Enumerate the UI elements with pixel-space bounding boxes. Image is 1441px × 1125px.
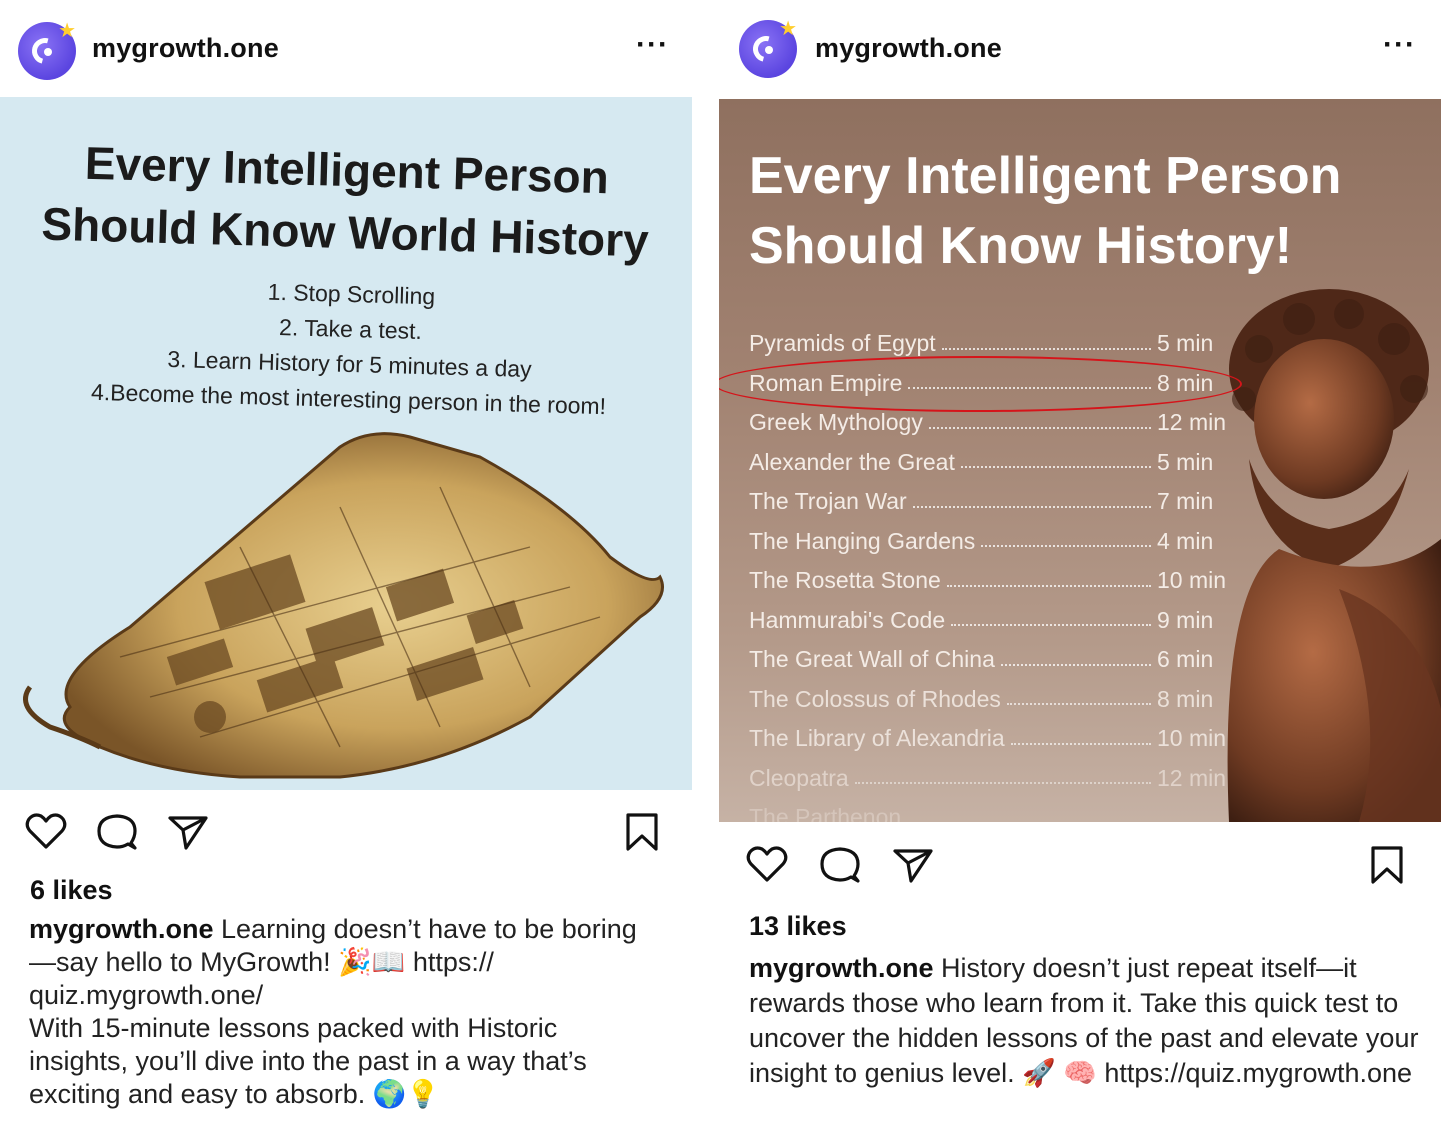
topic-name: Greek Mythology — [749, 409, 923, 436]
image-title-line2: Should Know History! — [749, 217, 1293, 275]
topic-time: 5 min — [1157, 448, 1214, 475]
topic-name: The Rosetta Stone — [749, 567, 941, 594]
post-image[interactable]: Every Intelligent Person Should Know Wor… — [0, 97, 692, 790]
topic-row: The Great Wall of China 6 min — [749, 640, 1229, 680]
likes-count[interactable]: 6 likes — [30, 875, 113, 906]
topic-row: The Rosetta Stone 10 min — [749, 561, 1229, 601]
caption-text-2: With 15-minute lessons packed with Histo… — [29, 1013, 587, 1109]
comment-icon[interactable] — [95, 810, 139, 854]
topic-row: Cleopatra 12 min — [749, 759, 1229, 799]
caption: mygrowth.one Learning doesn’t have to be… — [29, 913, 649, 1111]
post-header: ★ mygrowth.one ··· — [719, 0, 1441, 96]
heart-icon[interactable] — [24, 810, 68, 854]
highlight-circle — [719, 356, 1242, 412]
caption-username[interactable]: mygrowth.one — [749, 953, 934, 983]
image-title: Every Intelligent Person Should Know Wor… — [38, 130, 653, 271]
topic-row: Alexander the Great 5 min — [749, 443, 1229, 483]
bookmark-icon[interactable] — [1365, 843, 1409, 887]
username[interactable]: mygrowth.one — [92, 33, 279, 64]
topic-time: 10 min — [1157, 725, 1227, 752]
comment-icon[interactable] — [818, 843, 862, 887]
topic-name: The Great Wall of China — [749, 646, 995, 673]
topic-name: Pyramids of Egypt — [749, 330, 936, 357]
topic-time: 4 min — [1157, 527, 1214, 554]
ancient-map-illustration — [23, 432, 664, 779]
topic-row: The Parthenon — [749, 798, 1229, 822]
post-left: ★ mygrowth.one ··· Every Intelligent Per… — [0, 0, 692, 1125]
avatar-dot-icon — [44, 48, 52, 56]
topic-row: Hammurabi's Code 9 min — [749, 601, 1229, 641]
caption-username[interactable]: mygrowth.one — [29, 914, 214, 944]
image-title-line1: Every Intelligent Person — [749, 147, 1342, 205]
topic-time: 7 min — [1157, 488, 1214, 515]
share-icon[interactable] — [891, 843, 935, 887]
topic-name: The Trojan War — [749, 488, 907, 515]
caption: mygrowth.one History doesn’t just repeat… — [749, 951, 1419, 1091]
topic-time: 8 min — [1157, 685, 1214, 712]
topic-time: 10 min — [1157, 567, 1227, 594]
topic-name: Cleopatra — [749, 764, 849, 791]
topic-time: 9 min — [1157, 606, 1214, 633]
star-icon: ★ — [58, 20, 76, 42]
username[interactable]: mygrowth.one — [815, 33, 1002, 64]
post-header: ★ mygrowth.one ··· — [0, 0, 692, 96]
topic-row: The Hanging Gardens 4 min — [749, 522, 1229, 562]
bookmark-icon[interactable] — [620, 810, 664, 854]
action-bar — [719, 833, 1441, 893]
topic-row: The Colossus of Rhodes 8 min — [749, 680, 1229, 720]
more-options-button[interactable]: ··· — [1383, 30, 1416, 60]
post-image[interactable]: Every Intelligent Person Should Know His… — [719, 99, 1441, 822]
topic-name: The Hanging Gardens — [749, 527, 976, 554]
topic-time: 5 min — [1157, 330, 1214, 357]
avatar[interactable]: ★ — [739, 18, 797, 78]
action-bar — [0, 800, 692, 860]
share-icon[interactable] — [166, 810, 210, 854]
more-options-button[interactable]: ··· — [636, 30, 669, 60]
avatar-dot-icon — [765, 46, 773, 54]
image-title: Every Intelligent Person Should Know His… — [749, 141, 1429, 281]
topic-name: The Library of Alexandria — [749, 725, 1005, 752]
topic-time: 12 min — [1157, 764, 1227, 791]
statue-bust-illustration — [1227, 289, 1441, 822]
likes-count[interactable]: 13 likes — [749, 911, 847, 942]
heart-icon[interactable] — [745, 843, 789, 887]
topic-time: 6 min — [1157, 646, 1214, 673]
topic-row: The Library of Alexandria 10 min — [749, 719, 1229, 759]
topic-name: Alexander the Great — [749, 448, 955, 475]
star-icon: ★ — [779, 18, 797, 40]
steps-list: 1. Stop Scrolling 2. Take a test. 3. Lea… — [48, 269, 652, 426]
avatar[interactable]: ★ — [18, 20, 76, 80]
post-right: ★ mygrowth.one ··· Every Intelligent Per… — [719, 0, 1441, 1125]
topic-time: 12 min — [1157, 409, 1227, 436]
topic-name: The Parthenon — [749, 804, 902, 822]
topic-name: Hammurabi's Code — [749, 606, 946, 633]
topic-name: The Colossus of Rhodes — [749, 685, 1001, 712]
topic-row: The Trojan War 7 min — [749, 482, 1229, 522]
